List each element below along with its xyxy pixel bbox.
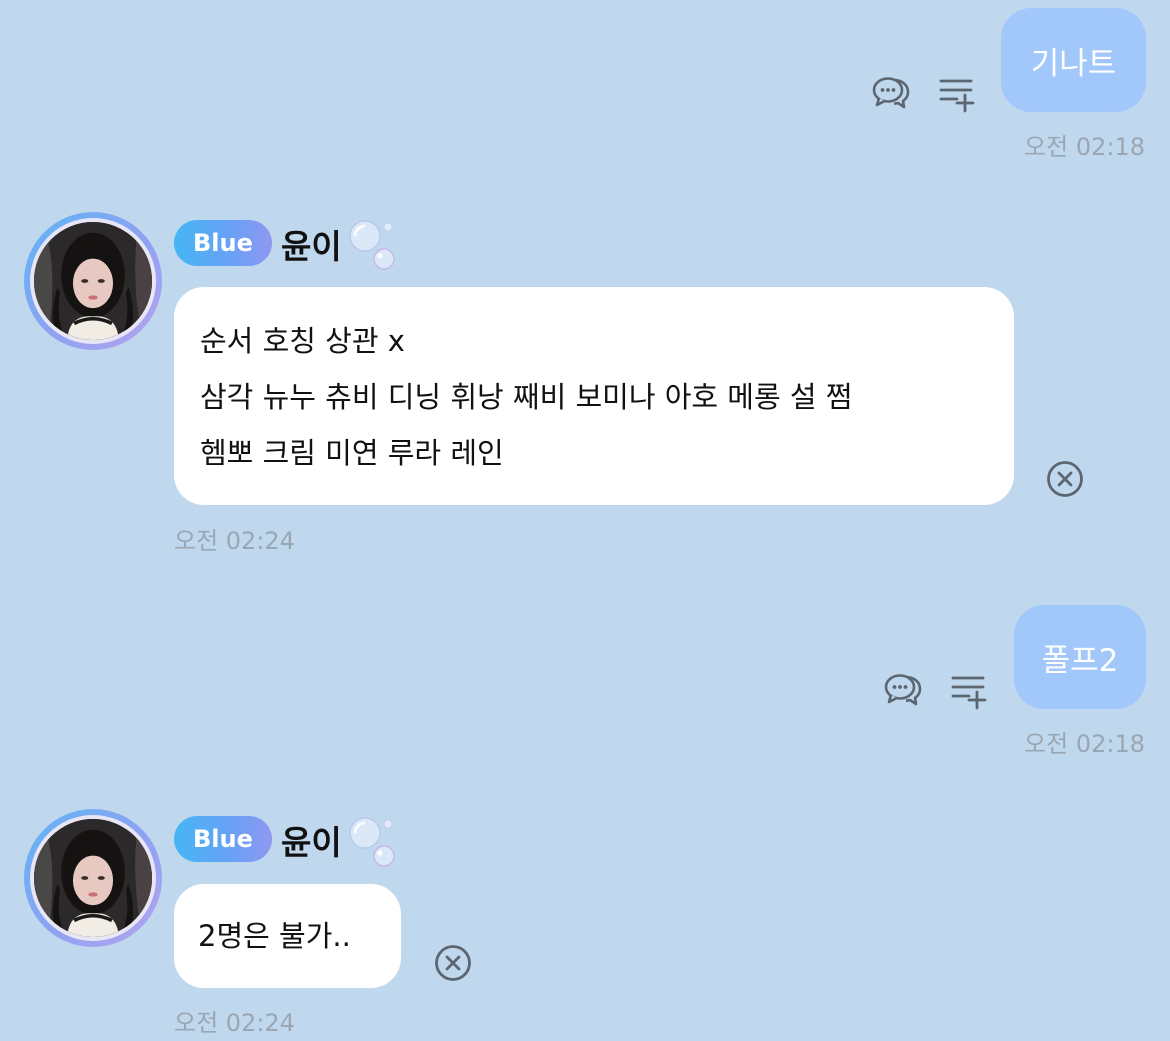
- avatar[interactable]: [24, 212, 162, 350]
- avatar-frame: [30, 815, 156, 941]
- reply-bubble-icon[interactable]: [882, 668, 924, 710]
- message-line: 삼각 뉴누 츄비 디닝 휘낭 째비 보미나 아호 메롱 설 쩜: [200, 380, 853, 414]
- add-to-list-icon[interactable]: [948, 669, 990, 711]
- sender-name: 윤이: [281, 227, 342, 266]
- close-circle-icon[interactable]: [432, 942, 474, 984]
- incoming-message-bubble[interactable]: 순서 호칭 상관 x 삼각 뉴누 츄비 디닝 휘낭 째비 보미나 아호 메롱 설…: [174, 287, 1014, 505]
- avatar[interactable]: [24, 809, 162, 947]
- membership-badge: Blue: [174, 220, 272, 266]
- message-timestamp: 오전 02:18: [1024, 133, 1145, 161]
- membership-badge: Blue: [174, 816, 272, 862]
- avatar-frame: [30, 218, 156, 344]
- message-line: 2명은 불가..: [198, 919, 351, 953]
- message-timestamp: 오전 02:18: [1024, 730, 1145, 758]
- incoming-message-bubble[interactable]: 2명은 불가..: [174, 884, 401, 988]
- message-line: 순서 호칭 상관 x: [200, 324, 405, 358]
- message-line: 헴뽀 크림 미연 루라 레인: [200, 436, 504, 470]
- reply-bubble-icon[interactable]: [870, 71, 912, 113]
- chat-thread: 기나트 오전 02:18 Blue 윤이 순서 호칭 상관 x 삼각 뉴누 츄비…: [0, 0, 1170, 1041]
- bubbles-decoration-icon: [343, 214, 403, 274]
- close-circle-icon[interactable]: [1044, 458, 1086, 500]
- add-to-list-icon[interactable]: [936, 72, 978, 114]
- sender-name: 윤이: [281, 823, 342, 862]
- outgoing-message-bubble[interactable]: 폴프2: [1014, 605, 1146, 709]
- outgoing-message-bubble[interactable]: 기나트: [1001, 8, 1146, 112]
- profile-photo: [34, 819, 152, 937]
- message-timestamp: 오전 02:24: [174, 527, 295, 555]
- message-timestamp: 오전 02:24: [174, 1009, 295, 1037]
- profile-photo: [34, 222, 152, 340]
- bubbles-decoration-icon: [343, 811, 403, 871]
